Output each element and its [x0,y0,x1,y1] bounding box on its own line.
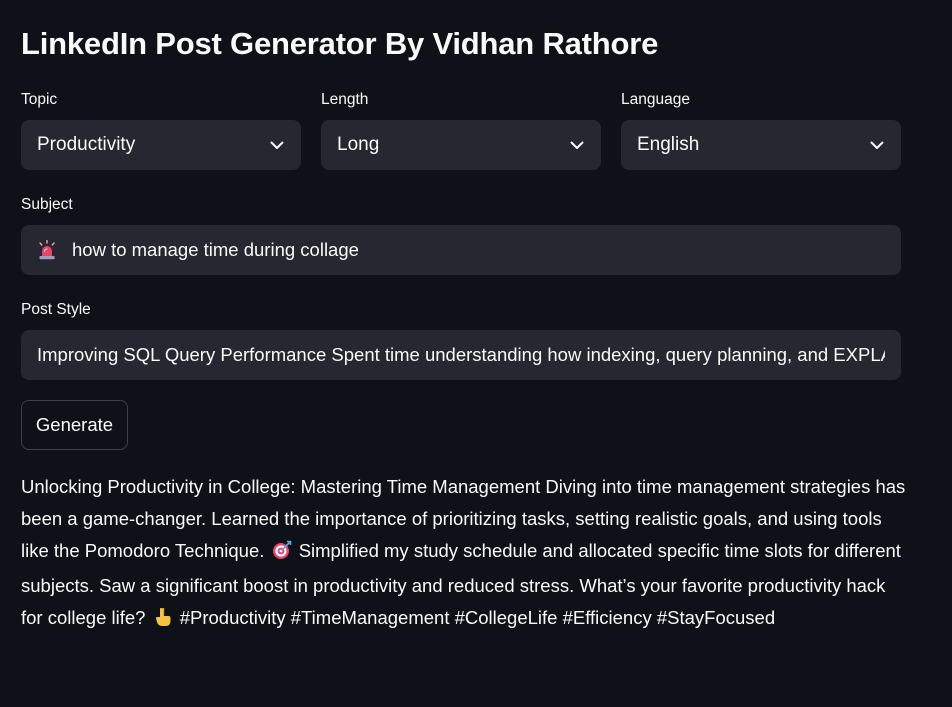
subject-label: Subject [21,196,73,213]
language-select[interactable]: English [621,120,901,170]
length-label: Length [321,91,369,108]
app-page: LinkedIn Post Generator By Vidhan Rathor… [0,0,952,707]
subject-input[interactable]: how to manage time during collage [21,225,901,275]
topic-select[interactable]: Productivity [21,120,301,170]
length-select-value: Long [337,134,380,155]
generate-button[interactable]: Generate [21,400,128,450]
chevron-down-icon [269,137,285,153]
post-style-label: Post Style [21,301,91,318]
topic-label: Topic [21,91,58,108]
post-style-input-value: Improving SQL Query Performance Spent ti… [37,344,885,365]
topic-select-value: Productivity [37,134,136,155]
post-style-input[interactable]: Improving SQL Query Performance Spent ti… [21,330,901,380]
length-select[interactable]: Long [321,120,601,170]
direct-hit-icon [272,538,292,570]
language-select-value: English [637,134,700,155]
generated-post-hashtags: #Productivity #TimeManagement #CollegeLi… [179,607,776,628]
generated-post: Unlocking Productivity in College: Maste… [21,471,911,637]
chevron-down-icon [569,137,585,153]
siren-icon [37,239,57,261]
pointing-down-icon [153,605,173,637]
subject-input-value: how to manage time during collage [72,239,359,260]
page-title: LinkedIn Post Generator By Vidhan Rathor… [21,26,659,61]
chevron-down-icon [869,137,885,153]
language-label: Language [621,91,690,108]
